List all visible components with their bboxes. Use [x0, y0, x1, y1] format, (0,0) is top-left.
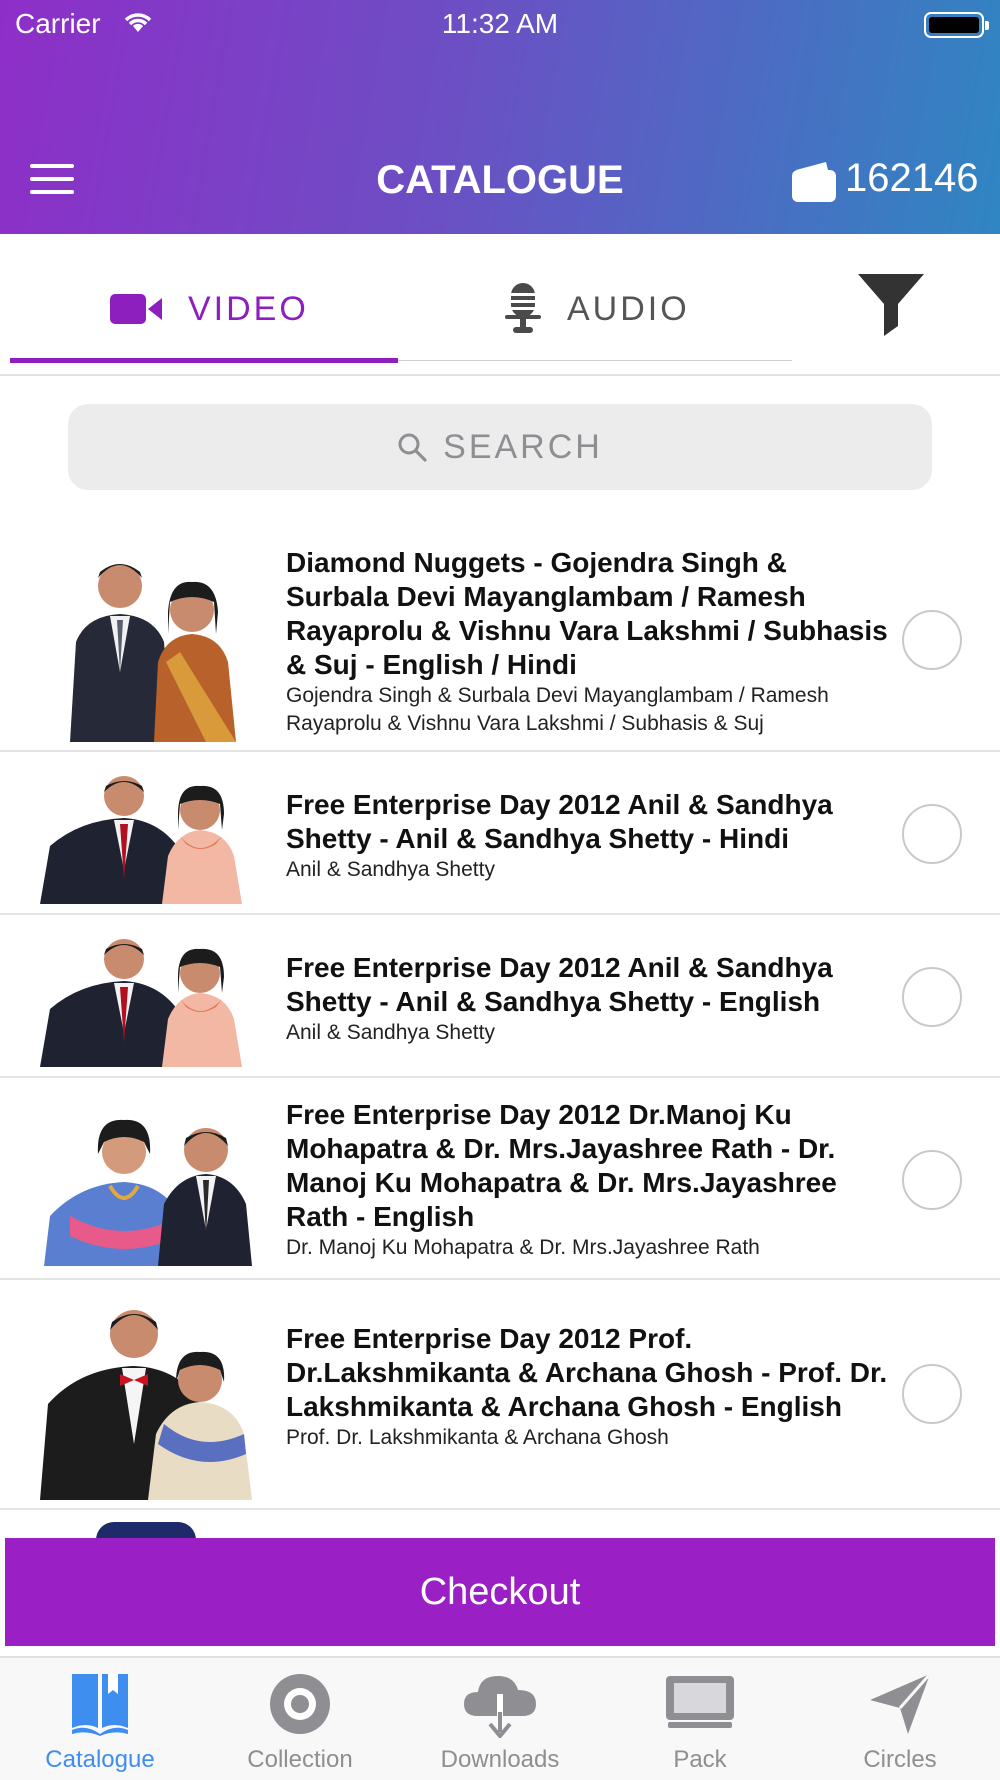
search-bar[interactable]: SEARCH [68, 404, 932, 490]
item-thumbnail [40, 1106, 272, 1266]
item-select-radio[interactable] [902, 610, 962, 670]
nav-circles-label: Circles [863, 1746, 937, 1773]
battery-icon [924, 12, 989, 38]
item-select-radio[interactable] [902, 1150, 962, 1210]
microphone-icon [505, 283, 541, 335]
list-item[interactable]: Free Enterprise Day 2012 Anil & Sandhya … [0, 915, 1000, 1078]
nav-collection-label: Collection [247, 1746, 353, 1773]
item-text: Diamond Nuggets - Gojendra Singh & Surba… [286, 546, 896, 738]
search-placeholder: SEARCH [443, 427, 603, 466]
tab-audio-label: AUDIO [567, 289, 690, 328]
nav-circles[interactable]: Circles [800, 1658, 1000, 1780]
item-subtitle: Anil & Sandhya Shetty [286, 858, 495, 881]
item-title: Free Enterprise Day 2012 Anil & Sandhya … [286, 789, 833, 854]
nav-pack[interactable]: Pack [600, 1658, 800, 1780]
item-text: Free Enterprise Day 2012 Anil & Sandhya … [286, 788, 896, 884]
video-camera-icon [110, 294, 162, 324]
cloud-download-icon [400, 1672, 600, 1738]
item-select-radio[interactable] [902, 804, 962, 864]
app-header: Carrier 11:32 AM CATALOGUE 162146 [0, 0, 1000, 234]
status-bar: Carrier 11:32 AM [0, 0, 1000, 52]
wallet-balance: 162146 [845, 156, 979, 200]
filter-icon[interactable] [858, 274, 924, 341]
list-item[interactable]: Diamond Nuggets - Gojendra Singh & Surba… [0, 530, 1000, 752]
item-subtitle: Prof. Dr. Lakshmikanta & Archana Ghosh [286, 1426, 669, 1449]
item-subtitle: Gojendra Singh & Surbala Devi Mayanglamb… [286, 684, 829, 735]
nav-collection[interactable]: Collection [200, 1658, 400, 1780]
tab-audio[interactable]: AUDIO [505, 279, 690, 339]
item-thumbnail [40, 933, 272, 1067]
item-thumbnail [40, 770, 272, 904]
list-item[interactable]: Free Enterprise Day 2012 Anil & Sandhya … [0, 752, 1000, 915]
item-select-radio[interactable] [902, 1364, 962, 1424]
tabs-divider [0, 374, 1000, 376]
paper-plane-icon [800, 1672, 1000, 1736]
nav-catalogue-label: Catalogue [45, 1746, 155, 1773]
item-title: Free Enterprise Day 2012 Prof. Dr.Lakshm… [286, 1323, 888, 1422]
tab-video[interactable]: VIDEO [110, 279, 309, 339]
media-tabs: VIDEO AUDIO [0, 234, 1000, 376]
status-time: 11:32 AM [441, 8, 559, 39]
list-item[interactable]: Free Enterprise Day 2012 Prof. Dr.Lakshm… [0, 1280, 1000, 1510]
checkout-button[interactable]: Checkout [5, 1538, 995, 1646]
nav-pack-label: Pack [673, 1746, 727, 1773]
monitor-icon [600, 1672, 800, 1732]
bottom-tab-bar: Catalogue Collection Downloads Pack Circ… [0, 1656, 1000, 1780]
disc-icon [200, 1672, 400, 1736]
item-subtitle: Anil & Sandhya Shetty [286, 1021, 495, 1044]
item-title: Free Enterprise Day 2012 Dr.Manoj Ku Moh… [286, 1099, 837, 1232]
nav-downloads[interactable]: Downloads [400, 1658, 600, 1780]
item-text: Free Enterprise Day 2012 Prof. Dr.Lakshm… [286, 1322, 896, 1452]
item-subtitle: Dr. Manoj Ku Mohapatra & Dr. Mrs.Jayashr… [286, 1236, 760, 1259]
list-item[interactable] [0, 1510, 1000, 1540]
tab-active-indicator [10, 358, 398, 363]
nav-downloads-label: Downloads [440, 1746, 560, 1773]
wallet-icon[interactable] [790, 160, 838, 209]
nav-catalogue[interactable]: Catalogue [0, 1658, 200, 1780]
item-text: Free Enterprise Day 2012 Anil & Sandhya … [286, 951, 896, 1047]
list-item[interactable]: Free Enterprise Day 2012 Dr.Manoj Ku Moh… [0, 1078, 1000, 1280]
tab-track [398, 360, 792, 361]
item-text: Free Enterprise Day 2012 Dr.Manoj Ku Moh… [286, 1098, 896, 1262]
tab-video-label: VIDEO [188, 289, 309, 328]
item-title: Diamond Nuggets - Gojendra Singh & Surba… [286, 547, 888, 680]
item-thumbnail [40, 1294, 272, 1500]
item-title: Free Enterprise Day 2012 Anil & Sandhya … [286, 952, 833, 1017]
book-icon [0, 1672, 200, 1736]
item-select-radio[interactable] [902, 967, 962, 1027]
item-thumbnail [40, 542, 272, 742]
search-icon [397, 432, 427, 462]
